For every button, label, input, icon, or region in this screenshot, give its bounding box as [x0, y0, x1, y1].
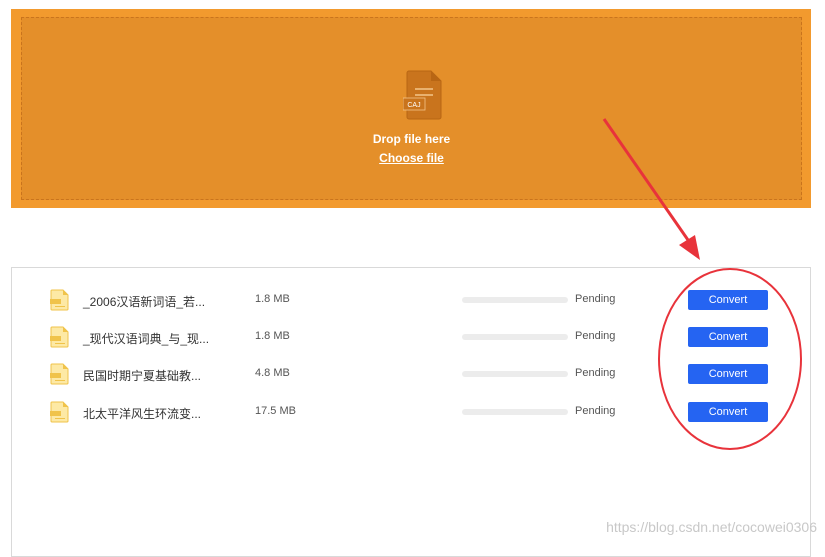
- file-name: 北太平洋风生环流变...: [83, 407, 202, 421]
- file-row: _2006汉语新词语_若... 1.8 MB Pending Convert: [12, 285, 810, 315]
- file-size: 1.8 MB: [255, 293, 290, 305]
- file-size: 17.5 MB: [255, 405, 296, 417]
- status-label: Pending: [575, 405, 616, 417]
- status-label: Pending: [575, 367, 616, 379]
- annotation-arrowhead: [679, 235, 700, 260]
- convert-button[interactable]: Convert: [688, 327, 768, 347]
- status-label: Pending: [575, 293, 616, 305]
- status-label: Pending: [575, 330, 616, 342]
- file-row: 北太平洋风生环流变... 17.5 MB Pending Convert: [12, 397, 810, 427]
- document-icon: [50, 326, 69, 348]
- choose-file-link[interactable]: Choose file: [22, 151, 801, 165]
- progress-bar: [462, 371, 568, 377]
- drop-zone[interactable]: CAJ Drop file here Choose file: [11, 9, 811, 208]
- progress-bar: [462, 297, 568, 303]
- convert-button[interactable]: Convert: [688, 290, 768, 310]
- file-row: 民国时期宁夏基础教... 4.8 MB Pending Convert: [12, 359, 810, 389]
- file-size: 4.8 MB: [255, 367, 290, 379]
- caj-file-icon: CAJ: [403, 70, 442, 120]
- file-name: _现代汉语词典_与_现...: [83, 332, 210, 346]
- convert-button[interactable]: Convert: [688, 402, 768, 422]
- drop-zone-area[interactable]: CAJ Drop file here Choose file: [21, 17, 802, 200]
- document-icon: [50, 289, 69, 311]
- progress-bar: [462, 334, 568, 340]
- watermark: https://blog.csdn.net/cocowei0306: [606, 519, 817, 535]
- document-icon: [50, 401, 69, 423]
- file-name: _2006汉语新词语_若...: [83, 295, 206, 309]
- file-row: _现代汉语词典_与_现... 1.8 MB Pending Convert: [12, 322, 810, 352]
- document-icon: [50, 363, 69, 385]
- progress-bar: [462, 409, 568, 415]
- drop-title: Drop file here: [372, 132, 451, 146]
- convert-button[interactable]: Convert: [688, 364, 768, 384]
- file-size: 1.8 MB: [255, 330, 290, 342]
- file-name: 民国时期宁夏基础教...: [83, 369, 202, 383]
- file-list: _2006汉语新词语_若... 1.8 MB Pending Convert _…: [11, 267, 811, 557]
- svg-text:CAJ: CAJ: [407, 102, 420, 109]
